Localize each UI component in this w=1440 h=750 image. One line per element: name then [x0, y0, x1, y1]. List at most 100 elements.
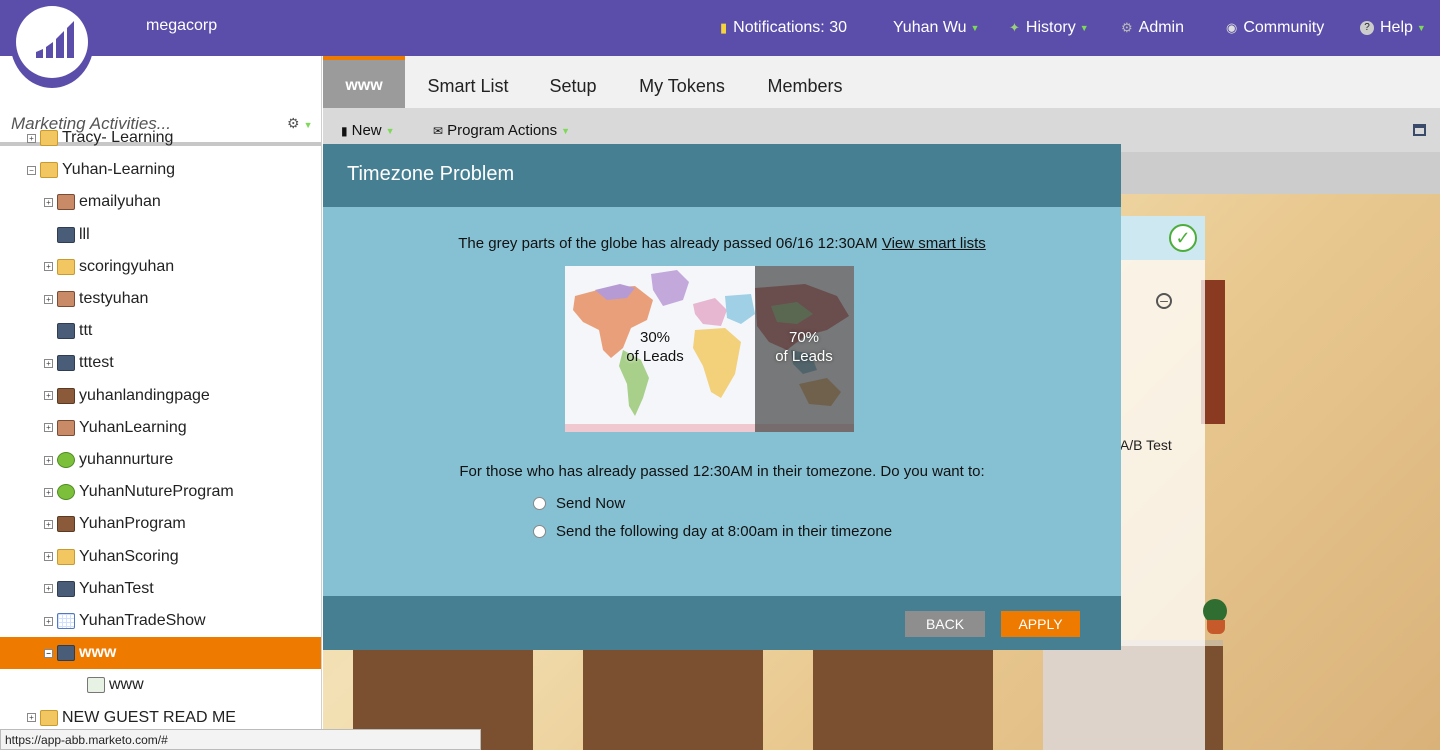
chevron-down-icon: ▼: [1079, 23, 1089, 33]
sidebar: ⚙▼ +Tracy- Learning−Yuhan-Learning+email…: [0, 56, 322, 750]
expand-toggle-icon[interactable]: +: [44, 294, 53, 304]
smart-campaign-icon: [87, 677, 105, 694]
landing-program-icon: [57, 516, 75, 533]
folder-icon: [40, 162, 58, 179]
expand-toggle-icon[interactable]: +: [44, 262, 53, 272]
back-button[interactable]: BACK: [905, 611, 985, 637]
folder-icon: [40, 709, 58, 726]
folder-icon: [57, 258, 75, 275]
community-icon: ◉: [1226, 20, 1238, 35]
expand-toggle-icon[interactable]: +: [44, 552, 53, 562]
notification-icon: ▮: [720, 20, 728, 35]
send-next-day-radio[interactable]: [533, 525, 546, 538]
expand-toggle-icon[interactable]: +: [44, 487, 53, 497]
program-icon: ✉: [433, 123, 444, 138]
history-menu[interactable]: ✦ History ▼: [1009, 0, 1089, 56]
tree-item[interactable]: − www: [0, 637, 321, 670]
tree-item[interactable]: www: [0, 669, 321, 701]
landing-program-icon: [57, 387, 75, 404]
new-button[interactable]: ▮ New ▼: [341, 122, 395, 139]
tab-members[interactable]: Members: [755, 56, 855, 108]
tree-item[interactable]: ttt: [0, 315, 321, 347]
expand-toggle-icon[interactable]: +: [44, 519, 53, 529]
expand-toggle-icon[interactable]: +: [44, 391, 53, 401]
send-now-radio[interactable]: [533, 497, 546, 510]
dialog-footer: BACK APPLY: [323, 596, 1121, 650]
admin-label: Admin: [1138, 19, 1185, 36]
tab-my-tokens[interactable]: My Tokens: [628, 56, 736, 108]
history-label: History: [1025, 19, 1076, 36]
background-door: [813, 640, 993, 750]
tree-item[interactable]: + YuhanProgram: [0, 508, 321, 540]
timezone-dialog: Timezone Problem The grey parts of the g…: [323, 144, 1121, 650]
tree-item[interactable]: + yuhanlandingpage: [0, 380, 321, 412]
tree-item[interactable]: + YuhanLearning: [0, 412, 321, 444]
tree-item[interactable]: + YuhanNutureProgram: [0, 476, 321, 508]
expand-toggle-icon[interactable]: +: [44, 358, 53, 368]
collapse-icon[interactable]: –: [1156, 293, 1172, 309]
logo-mark: [16, 6, 88, 78]
expand-toggle-icon[interactable]: +: [44, 423, 53, 433]
expand-toggle-icon[interactable]: −: [44, 648, 53, 658]
tree-item-label: emailyuhan: [79, 193, 161, 211]
maximize-icon[interactable]: [1413, 124, 1426, 136]
passed-caption: of Leads: [775, 348, 833, 365]
chevron-down-icon: ▼: [561, 125, 571, 136]
tab-smart-list[interactable]: Smart List: [415, 56, 521, 108]
user-menu[interactable]: Yuhan Wu ▼: [893, 0, 979, 56]
tree-item-label: scoringyuhan: [79, 257, 175, 275]
tree-item[interactable]: + YuhanTradeShow: [0, 605, 321, 637]
company-name[interactable]: megacorp: [146, 17, 217, 35]
tree-item[interactable]: + Tracy- Learning: [0, 122, 321, 154]
tree-item[interactable]: − Yuhan-Learning: [0, 154, 321, 186]
help-menu[interactable]: ? Help ▼: [1360, 0, 1426, 56]
notifications-label: Notifications: 30: [733, 19, 847, 36]
email-program-icon: [57, 645, 75, 662]
tab-bar: www Smart List Setup My Tokens Members: [323, 56, 1440, 108]
send-next-day-option[interactable]: Send the following day at 8:00am in thei…: [533, 523, 892, 540]
tree-item[interactable]: + YuhanScoring: [0, 541, 321, 573]
tree-item-label: NEW GUEST READ ME: [62, 708, 236, 726]
expand-toggle-icon[interactable]: +: [44, 197, 53, 207]
expand-toggle-icon[interactable]: +: [44, 616, 53, 626]
tree-item[interactable]: + YuhanTest: [0, 573, 321, 605]
tree-item-label: Tracy- Learning: [62, 129, 174, 146]
expand-toggle-icon[interactable]: +: [44, 455, 53, 465]
gear-icon: ⚙: [1121, 20, 1133, 35]
tree-item[interactable]: + scoringyuhan: [0, 251, 321, 283]
send-next-day-label: Send the following day at 8:00am in thei…: [556, 523, 893, 540]
tree-item-label: YuhanProgram: [79, 515, 186, 533]
apply-button[interactable]: APPLY: [1001, 611, 1080, 637]
notifications-menu[interactable]: ▮ Notifications: 30: [720, 0, 847, 56]
expand-toggle-icon[interactable]: +: [44, 584, 53, 594]
passed-leads-stat: 70% of Leads: [759, 328, 849, 366]
tree-item[interactable]: + emailyuhan: [0, 186, 321, 218]
tree-item-label: testyuhan: [79, 290, 149, 307]
not-passed-percent: 30%: [639, 329, 671, 346]
tab-setup[interactable]: Setup: [533, 56, 613, 108]
background-pot: [1207, 620, 1225, 634]
tree-item[interactable]: lll: [0, 219, 321, 251]
tab-www[interactable]: www: [323, 56, 405, 108]
expand-toggle-icon[interactable]: +: [27, 713, 36, 723]
tree-item[interactable]: + testyuhan: [0, 283, 321, 315]
dialog-title: Timezone Problem: [323, 144, 1121, 207]
tree-item[interactable]: + yuhannurture: [0, 444, 321, 476]
nurture-program-icon: [57, 484, 75, 501]
marketo-logo[interactable]: [10, 0, 94, 88]
tree-item-label: lll: [79, 225, 90, 243]
expand-toggle-icon[interactable]: −: [27, 165, 36, 175]
program-actions-button[interactable]: ✉ Program Actions ▼: [433, 122, 570, 139]
expand-toggle-icon[interactable]: +: [27, 133, 36, 143]
tree-item[interactable]: + tttest: [0, 347, 321, 379]
community-label: Community: [1243, 19, 1325, 36]
globe-description-text: The grey parts of the globe has already …: [458, 235, 882, 252]
program-actions-label: Program Actions: [447, 122, 558, 139]
view-smart-lists-link[interactable]: View smart lists: [882, 235, 986, 252]
email-program-icon: [57, 355, 75, 372]
admin-menu[interactable]: ⚙ Admin: [1121, 0, 1184, 56]
send-now-option[interactable]: Send Now: [533, 495, 625, 512]
community-menu[interactable]: ◉ Community: [1226, 0, 1324, 56]
chevron-down-icon: ▼: [1416, 23, 1426, 33]
send-now-label: Send Now: [556, 495, 626, 512]
